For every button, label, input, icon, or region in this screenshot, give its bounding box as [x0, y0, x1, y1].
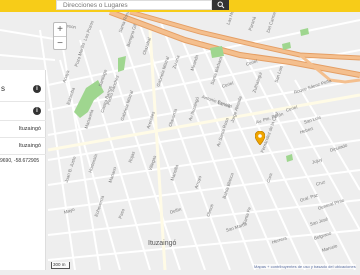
place-value: Ituzaingó	[18, 143, 41, 149]
location-pin-icon[interactable]	[255, 131, 265, 145]
city-label: Ituzaingó	[148, 240, 177, 247]
info-panel: s i i Ituzaingó Ituzaingó 9690, -58.6729…	[0, 70, 46, 270]
divider	[0, 137, 46, 138]
coordinates-value: 9690, -58.672905	[0, 158, 40, 164]
zoom-in-button[interactable]: +	[54, 23, 66, 36]
divider	[0, 120, 46, 121]
divider	[0, 101, 46, 102]
search-button[interactable]	[212, 0, 229, 10]
map-scale: 300 m	[51, 262, 70, 269]
zoom-out-button[interactable]: −	[54, 37, 66, 50]
info-icon[interactable]: i	[33, 85, 41, 93]
info-icon[interactable]: i	[33, 107, 41, 115]
search-input[interactable]	[56, 0, 212, 10]
divider	[0, 154, 46, 155]
panel-heading: s	[1, 84, 5, 93]
zoom-control: + −	[53, 22, 67, 50]
place-value: Ituzaingó	[18, 126, 41, 132]
search-icon	[217, 1, 224, 9]
map-attribution[interactable]: Mapas + contribuyentes de uso y basado d…	[254, 264, 356, 269]
